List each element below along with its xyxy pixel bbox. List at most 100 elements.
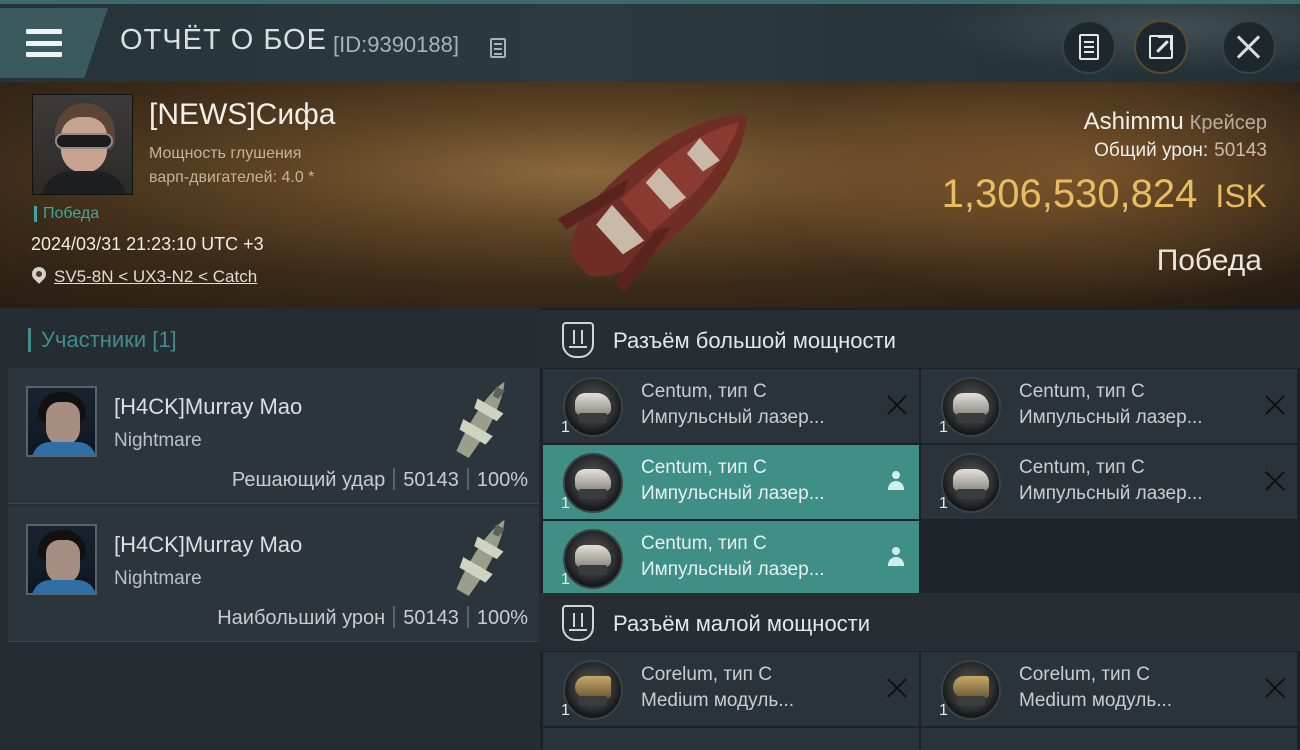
share-icon [1149,35,1173,59]
module-name: Corelum, тип C [1019,664,1150,685]
victim-ship[interactable]: Ashimmu Крейсер [1084,108,1267,136]
module-name: Centum, тип C [641,381,767,402]
location-link[interactable]: SV5-8N < UX3-N2 < Catch [54,267,257,287]
participants-title: Участники [1] [28,328,177,352]
close-button[interactable] [1222,20,1276,74]
copy-icon[interactable] [490,38,506,58]
participant-portrait [26,386,97,457]
total-damage-label: Общий урон: [1094,140,1209,161]
module-name: Corelum, тип C [641,664,772,685]
warp-scramble-label: Мощность глушения [149,145,302,162]
participant-name: [H4CK]Murray Mao [114,532,303,557]
module-type: Импульсный лазер... [641,559,825,580]
module-type: Импульсный лазер... [1019,407,1203,428]
dropped-person-icon [887,471,905,491]
module-type: Импульсный лазер... [641,483,825,504]
total-damage: Общий урон: 50143 [1094,140,1267,162]
medium-module-icon [941,660,1001,720]
clipboard-button[interactable] [1062,20,1116,74]
module-qty: 1 [561,702,570,719]
high-module[interactable]: 1 Centum, тип C Импульсный лазер... [543,521,919,595]
participant-ship-image [456,381,505,459]
high-module[interactable]: 1 Centum, тип C Импульсный лазер... [543,445,919,519]
module-name: Centum, тип C [641,533,767,554]
victim-name[interactable]: [NEWS]Сифа [149,98,335,132]
participants-panel: Участники [1] [H4CK]Murray Mao Nightmare… [0,308,540,750]
total-damage-value: 50143 [1214,140,1267,161]
module-qty: 1 [939,702,948,719]
battle-result: Победа [1156,244,1262,277]
participant-ship: Nightmare [114,430,202,451]
result-tag: Победа [34,206,99,222]
low-module-partial[interactable] [543,728,919,750]
participant-role: Наибольший урон [217,607,386,629]
participant-role: Решающий удар [231,469,386,491]
high-module[interactable]: 1 Centum, тип C Импульсный лазер... [921,445,1297,519]
participant-stats: Наибольший урон 50143 100% [217,606,528,630]
pulse-laser-icon [941,377,1001,437]
fitting-panel: Разъём большой мощности 1 Centum, тип C … [540,308,1300,750]
low-module-partial[interactable] [921,728,1297,750]
pulse-laser-icon [563,453,623,513]
destroyed-icon [887,678,907,698]
medium-module-icon [563,660,623,720]
pulse-laser-icon [941,453,1001,513]
victim-summary: [NEWS]Сифа Мощность глушения варп-двигат… [0,82,1300,308]
low-module[interactable]: 1 Corelum, тип C Medium модуль... [921,652,1297,726]
victim-portrait[interactable] [32,94,133,195]
participant-damage: 50143 [403,469,459,491]
pulse-laser-icon [563,529,623,589]
destroyed-icon [1265,395,1285,415]
dropped-person-icon [887,547,905,567]
high-slot-title: Разъём большой мощности [613,328,896,353]
participant-name: [H4CK]Murray Mao [114,394,303,419]
page-title: ОТЧЁТ О БОЕ [120,24,327,56]
top-bar: ОТЧЁТ О БОЕ [ID:9390188] [0,0,1300,82]
menu-button[interactable] [0,8,108,78]
high-slot-icon [562,322,594,358]
module-qty: 1 [939,419,948,436]
warp-scramble-value: варп-двигателей: 4.0 * [149,169,315,186]
module-type: Импульсный лазер... [1019,483,1203,504]
participant-ship: Nightmare [114,568,202,589]
module-type: Medium модуль... [641,690,795,711]
low-slot-header: Разъём малой мощности [540,593,1300,651]
destroyed-icon [1265,678,1285,698]
participant-portrait [26,524,97,595]
module-type: Medium модуль... [1019,690,1173,711]
module-type: Импульсный лазер... [641,407,825,428]
isk-amount: 1,306,530,824 [941,172,1198,216]
close-icon [1236,34,1262,60]
isk-value: 1,306,530,824 ISK [942,172,1267,217]
warp-scramble-stat: Мощность глушения варп-двигателей: 4.0 * [149,142,314,190]
victim-ship-image [557,115,747,294]
participant-ship-image [456,519,505,597]
location-pin-icon [29,264,49,284]
ship-class: Крейсер [1189,112,1267,134]
clipboard-icon [1079,34,1099,60]
participant-row[interactable]: [H4CK]Murray Mao Nightmare Решающий удар… [8,368,539,504]
participant-percent: 100% [476,607,528,629]
destroyed-icon [1265,471,1285,491]
low-slot-icon [562,605,594,641]
destroyed-icon [887,395,907,415]
high-module[interactable]: 1 Centum, тип C Импульсный лазер... [543,369,919,443]
module-name: Centum, тип C [1019,381,1145,402]
ship-name: Ashimmu [1083,108,1184,135]
participant-damage: 50143 [403,607,459,629]
participant-row[interactable]: [H4CK]Murray Mao Nightmare Наибольший ур… [8,506,539,642]
high-slot-header: Разъём большой мощности [540,310,1300,368]
isk-unit: ISK [1215,178,1267,214]
pulse-laser-icon [563,377,623,437]
battle-datetime: 2024/03/31 21:23:10 UTC +3 [31,234,264,254]
high-module[interactable]: 1 Centum, тип C Импульсный лазер... [921,369,1297,443]
hamburger-icon [26,29,62,57]
share-button[interactable] [1134,20,1188,74]
low-module[interactable]: 1 Corelum, тип C Medium модуль... [543,652,919,726]
low-slot-title: Разъём малой мощности [613,611,871,636]
participant-percent: 100% [476,469,528,491]
module-name: Centum, тип C [641,457,767,478]
report-id: [ID:9390188] [333,32,459,57]
module-name: Centum, тип C [1019,457,1145,478]
module-qty: 1 [939,495,948,512]
